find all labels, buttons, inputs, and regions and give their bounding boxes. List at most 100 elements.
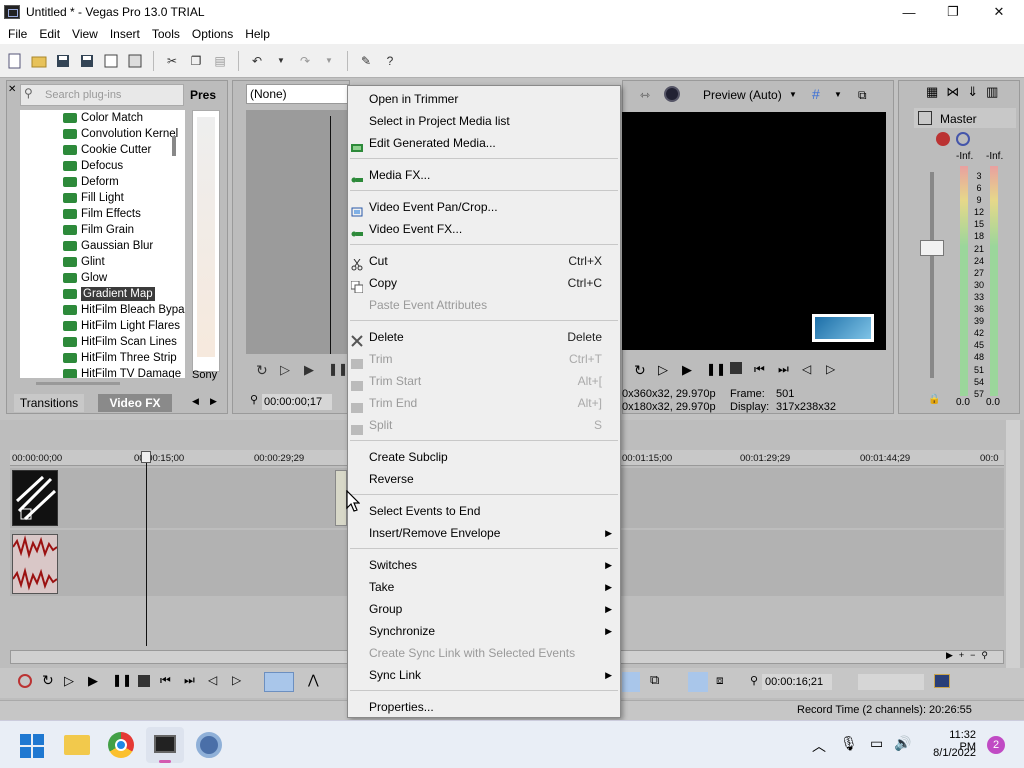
list-item[interactable]: Color Match — [20, 110, 185, 126]
tab-scroll-left-icon[interactable]: ◀ — [192, 396, 199, 407]
video-event[interactable] — [12, 470, 58, 526]
go-to-start-icon[interactable]: ⏮ — [160, 673, 171, 688]
menu-item-cut[interactable]: Cut Ctrl+X — [348, 250, 620, 272]
chrome-icon[interactable] — [108, 732, 134, 758]
list-item[interactable]: Film Grain — [20, 222, 185, 238]
menu-item-select-in-project-media-list[interactable]: Select in Project Media list — [348, 110, 620, 132]
grid-overlay-icon[interactable]: # — [812, 86, 820, 102]
tab-scroll-right-icon[interactable]: ▶ — [210, 396, 217, 407]
menu-help[interactable]: Help — [239, 25, 276, 43]
tray-overflow-icon[interactable]: ︿ — [812, 736, 826, 756]
list-item[interactable]: Defocus — [20, 158, 185, 174]
preview-split-icon[interactable]: ⇿ — [640, 88, 650, 102]
time-display-icon[interactable] — [934, 674, 950, 688]
open-folder-icon[interactable] — [30, 52, 48, 70]
maximize-button[interactable]: ❐ — [930, 0, 976, 24]
loop-icon[interactable]: ↻ — [256, 362, 268, 379]
preview-mode-dropdown[interactable]: Preview (Auto) — [703, 88, 782, 102]
settings-gear-icon[interactable] — [196, 732, 222, 758]
menu-file[interactable]: File — [2, 25, 33, 43]
list-item[interactable]: Glow — [20, 270, 185, 286]
edit-tool-icon[interactable]: ✎ — [357, 52, 375, 70]
play-from-start-icon[interactable]: ▷ — [280, 362, 290, 378]
list-item[interactable]: HitFilm Bleach Bypass — [20, 302, 185, 318]
menu-item-insert-remove-envelope[interactable]: Insert/Remove Envelope ▶ — [348, 522, 620, 544]
menu-item-reverse[interactable]: Reverse — [348, 468, 620, 490]
playhead-handle[interactable] — [141, 451, 151, 463]
trimmer-media-dropdown[interactable]: (None) — [246, 84, 350, 104]
master-toolbar-icons[interactable]: ▦⋈⇓▥ — [926, 84, 1016, 100]
menu-item-properties[interactable]: Properties... — [348, 696, 620, 718]
network-icon[interactable]: ▭ — [870, 735, 883, 752]
menu-item-group[interactable]: Group ▶ — [348, 598, 620, 620]
list-item[interactable]: Glint — [20, 254, 185, 270]
list-item[interactable]: Deform — [20, 174, 185, 190]
auto-ripple-icon[interactable]: ⧉ — [650, 672, 659, 688]
menu-item-switches[interactable]: Switches ▶ — [348, 554, 620, 576]
list-item[interactable]: Convolution Kernel — [20, 126, 185, 142]
file-explorer-icon[interactable] — [64, 735, 90, 755]
preview-next-frame-icon[interactable]: ▷ — [826, 362, 835, 376]
plugin-list[interactable]: Color Match Convolution Kernel Cookie Cu… — [20, 110, 185, 378]
list-item-selected[interactable]: Gradient Map — [20, 286, 185, 302]
plugin-list-hscroll[interactable] — [36, 382, 120, 385]
plugin-list-scrollbar[interactable] — [172, 136, 176, 156]
next-frame-icon[interactable]: ▷ — [232, 673, 241, 687]
timeline-vscroll[interactable] — [1006, 420, 1020, 680]
grid-dropdown-icon[interactable]: ▼ — [834, 90, 842, 99]
menu-item-open-in-trimmer[interactable]: Open in Trimmer — [348, 88, 620, 110]
envelope-tool-icon[interactable]: ⋀ — [308, 672, 319, 688]
menu-item-delete[interactable]: Delete Delete — [348, 326, 620, 348]
pause-icon[interactable]: ❚❚ — [328, 362, 348, 376]
play-from-start-icon[interactable]: ▷ — [64, 673, 74, 689]
copy-snapshot-icon[interactable]: ⧉ — [858, 88, 867, 103]
new-project-icon[interactable] — [6, 52, 24, 70]
undo-dropdown-icon[interactable]: ▼ — [272, 52, 290, 70]
preview-loop-icon[interactable]: ↻ — [634, 362, 646, 379]
menu-item-select-events-to-end[interactable]: Select Events to End — [348, 500, 620, 522]
snapping-icon[interactable] — [622, 672, 640, 692]
lock-envelopes-icon[interactable] — [688, 672, 708, 692]
menu-item-take[interactable]: Take ▶ — [348, 576, 620, 598]
ignore-grouping-icon[interactable]: ⧈ — [716, 673, 724, 688]
paste-icon[interactable]: ▤ — [211, 52, 229, 70]
preset-thumbnail[interactable] — [197, 117, 215, 357]
master-mute-icon[interactable] — [956, 132, 970, 146]
preview-mode-dropdown-icon[interactable]: ▼ — [789, 90, 797, 99]
preview-quality-icon[interactable] — [664, 86, 680, 102]
audio-event[interactable] — [12, 534, 58, 594]
minimize-button[interactable]: — — [886, 0, 932, 24]
search-plugins-input[interactable]: Search plug-ins — [20, 84, 184, 106]
go-to-end-icon[interactable]: ⏭ — [184, 673, 195, 688]
list-item[interactable]: Film Effects — [20, 206, 185, 222]
list-item[interactable]: Gaussian Blur — [20, 238, 185, 254]
list-item[interactable]: Fill Light — [20, 190, 185, 206]
save-as-icon[interactable] — [78, 52, 96, 70]
menu-item-synchronize[interactable]: Synchronize ▶ — [348, 620, 620, 642]
undo-icon[interactable]: ↶ — [248, 52, 266, 70]
menu-edit[interactable]: Edit — [33, 25, 66, 43]
start-button-icon[interactable] — [20, 734, 44, 758]
stop-icon[interactable] — [138, 675, 150, 687]
close-button[interactable]: ✕ — [976, 0, 1022, 24]
normal-edit-tool-icon[interactable] — [264, 672, 294, 692]
tray-date[interactable]: 8/1/2022 — [930, 747, 976, 759]
preview-pause-icon[interactable]: ❚❚ — [706, 362, 726, 376]
vegas-taskbar-button[interactable] — [146, 727, 184, 763]
list-item[interactable]: HitFilm Three Strip — [20, 350, 185, 366]
presets-list[interactable] — [192, 110, 220, 372]
master-lock-icon[interactable]: 🔒 — [928, 394, 940, 405]
play-icon[interactable]: ▶ — [88, 673, 98, 689]
properties-icon[interactable] — [126, 52, 144, 70]
save-icon[interactable] — [54, 52, 72, 70]
menu-item-copy[interactable]: Copy Ctrl+C — [348, 272, 620, 294]
panel-close-icon[interactable]: ✕ — [8, 84, 16, 95]
pause-icon[interactable]: ❚❚ — [112, 673, 132, 687]
notification-badge[interactable]: 2 — [987, 736, 1005, 754]
tab-video-fx[interactable]: Video FX — [98, 394, 172, 412]
render-as-icon[interactable] — [102, 52, 120, 70]
preview-play-from-start-icon[interactable]: ▷ — [658, 362, 668, 378]
redo-icon[interactable]: ↷ — [296, 52, 314, 70]
list-item[interactable]: HitFilm TV Damage — [20, 366, 185, 378]
volume-icon[interactable]: 🔊 — [894, 735, 911, 752]
